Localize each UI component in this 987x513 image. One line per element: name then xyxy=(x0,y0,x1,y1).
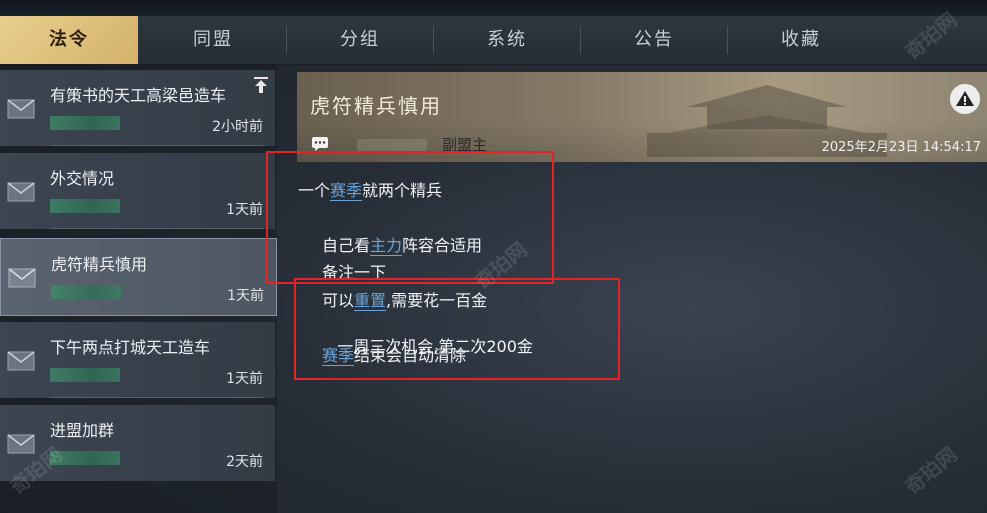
list-item-title: 下午两点打城天工造车 xyxy=(50,338,211,357)
pin-top-icon[interactable] xyxy=(253,76,269,94)
chat-bubble-icon xyxy=(312,137,328,151)
sender-blurred xyxy=(50,199,120,213)
list-item[interactable]: 有策书的天工高梁邑造车 2小时前 xyxy=(0,70,275,146)
mail-icon xyxy=(7,99,35,119)
tab-bar: 法令 同盟 分组 系统 公告 收藏 xyxy=(0,16,987,65)
list-item[interactable]: 外交情况 1天前 xyxy=(0,153,275,229)
message-timestamp: 2025年2月23日 14:54:17 xyxy=(821,140,981,155)
list-item-title: 有策书的天工高梁邑造车 xyxy=(50,86,227,105)
annotation-box xyxy=(294,278,620,380)
mail-icon xyxy=(7,351,35,371)
list-item-time: 1天前 xyxy=(226,202,263,218)
list-item-time: 2天前 xyxy=(226,454,263,470)
top-strip xyxy=(0,0,987,16)
list-item[interactable]: 下午两点打城天工造车 1天前 xyxy=(0,322,275,398)
mail-icon xyxy=(8,268,36,288)
list-item-time: 2小时前 xyxy=(212,119,263,135)
list-item-title: 虎符精兵慎用 xyxy=(51,255,148,274)
divider xyxy=(50,397,263,398)
divider xyxy=(50,228,263,229)
tab-favorites[interactable]: 收藏 xyxy=(728,16,874,64)
tab-decree[interactable]: 法令 xyxy=(0,16,138,64)
list-item-time: 1天前 xyxy=(227,288,264,304)
mail-icon xyxy=(7,434,35,454)
tab-alliance[interactable]: 同盟 xyxy=(140,16,286,64)
list-item-time: 1天前 xyxy=(226,371,263,387)
divider xyxy=(50,145,263,146)
sender-name-blurred xyxy=(357,139,427,151)
warning-icon[interactable] xyxy=(950,84,980,114)
tab-announcement[interactable]: 公告 xyxy=(581,16,727,64)
message-title: 虎符精兵慎用 xyxy=(310,94,442,118)
sender-blurred xyxy=(50,116,120,130)
list-item-title: 进盟加群 xyxy=(50,421,115,440)
tab-system[interactable]: 系统 xyxy=(434,16,580,64)
list-item-selected[interactable]: 虎符精兵慎用 1天前 xyxy=(0,238,277,316)
mail-icon xyxy=(7,182,35,202)
sender-blurred xyxy=(50,368,120,382)
watermark-text: 奇珀网 xyxy=(900,442,962,500)
sender-blurred xyxy=(51,285,121,299)
tab-group[interactable]: 分组 xyxy=(287,16,433,64)
list-item-title: 外交情况 xyxy=(50,169,115,188)
